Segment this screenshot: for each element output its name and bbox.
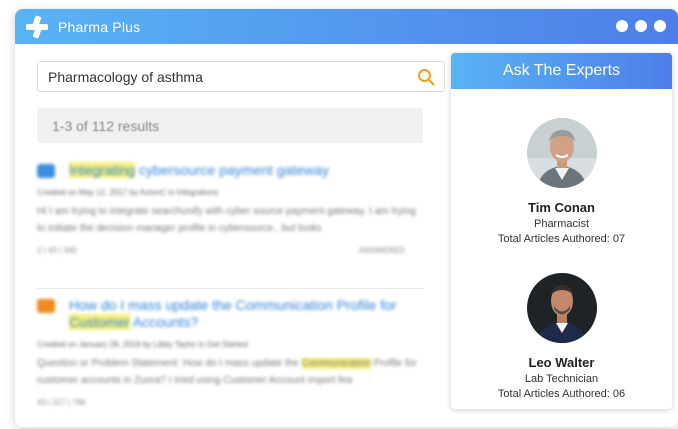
expert-article-count: Total Articles Authored: 06 [497,388,626,400]
search-query[interactable]: Pharmacology of asthma [48,69,203,85]
stats-counts: 43 | 317 | 796 [37,398,86,407]
pharma-plus-logo-icon [25,15,49,39]
expert-article-count: Total Articles Authored: 07 [497,233,626,245]
title-bar: Pharma Plus [15,9,678,44]
result-snippet: Hi I am trying to integrate searchunify … [37,206,416,234]
expert-name: Tim Conan [528,200,595,215]
ask-experts-panel: Ask The Experts Tim Conan Pharmacist Tot… [451,53,672,409]
chat-bubble-icon [37,164,55,178]
snippet-text: Question or Problem Statement: How do I … [37,358,302,369]
expert-name: Leo Walter [528,355,595,370]
results-summary-bar: 1-3 of 112 results [37,108,423,143]
search-input[interactable]: Pharmacology of asthma [37,61,445,92]
result-stats: 43 | 317 | 796 [37,398,423,410]
expert-card[interactable]: Leo Walter Lab Technician Total Articles… [451,273,672,400]
expert-role: Lab Technician [524,373,599,385]
title-text: Accounts? [129,314,199,330]
results-count: 1-3 of 112 results [52,118,160,134]
title-text: cybersource payment gateway [135,162,329,178]
snippet-highlight: Communication [301,358,372,369]
expert-role: Pharmacist [533,218,590,230]
expert-card[interactable]: Tim Conan Pharmacist Total Articles Auth… [451,118,672,245]
dot-icon[interactable] [654,20,666,32]
result-item[interactable]: Integrating cybersource payment gateway … [37,162,423,258]
result-title[interactable]: Integrating cybersource payment gateway [37,162,423,179]
result-meta: Created on January 28, 2016 by Libby Tay… [37,340,248,349]
window-controls [616,20,666,32]
stats-counts: 2 | 43 | 340 [37,246,77,255]
result-item[interactable]: How do I mass update the Communication P… [37,297,423,410]
result-stats: 2 | 43 | 340 ANSWERED [37,246,423,258]
app-window: Pharma Plus Pharmacology of asthma 1-3 o… [15,9,678,427]
status-badge: ANSWERED [358,246,405,255]
dot-icon[interactable] [635,20,647,32]
avatar[interactable] [526,273,597,343]
divider [37,288,423,289]
title-text: How do I mass update the Communication P… [69,297,397,313]
result-meta: Created on May 12, 2017 by ActonC in Int… [37,188,219,197]
article-icon [37,299,55,313]
avatar[interactable] [526,118,597,188]
title-highlight: Customer [69,314,130,330]
result-title[interactable]: How do I mass update the Communication P… [37,297,423,331]
app-title: Pharma Plus [58,18,141,35]
title-highlight: Integrating [69,162,136,178]
dot-icon[interactable] [616,20,628,32]
experts-header: Ask The Experts [451,53,672,89]
result-snippet: Question or Problem Statement: How do I … [37,355,423,389]
search-icon[interactable] [417,68,435,86]
